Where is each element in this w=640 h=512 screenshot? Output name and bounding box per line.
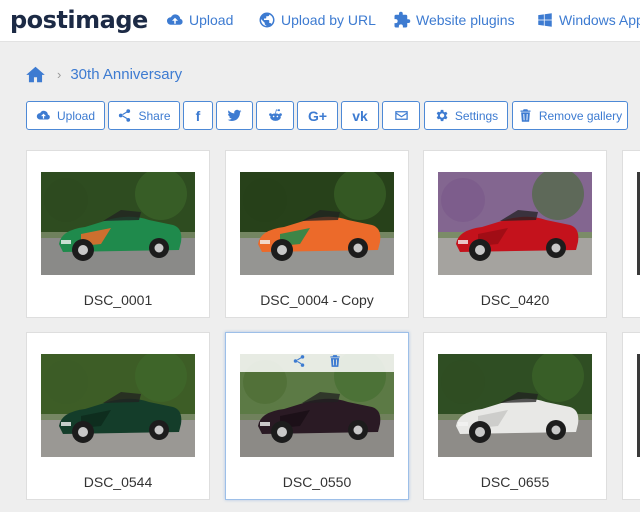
share-icon[interactable] xyxy=(292,354,306,368)
gallery-caption[interactable]: DSC_0655 xyxy=(424,474,606,490)
gallery-caption[interactable]: DSC_0550 xyxy=(226,474,408,490)
windows-icon xyxy=(538,13,552,27)
remove-gallery-button[interactable]: Remove gallery xyxy=(512,101,628,130)
nav-windows-app-label: Windows App xyxy=(559,12,640,28)
google-plus-icon: G+ xyxy=(307,107,328,124)
googleplus-share-button[interactable]: G+ xyxy=(297,101,338,130)
upload-button-label: Upload xyxy=(56,108,96,123)
gallery-card[interactable]: DSC_0550 xyxy=(225,332,409,500)
facebook-icon: f xyxy=(195,107,201,124)
gallery-card-partial[interactable] xyxy=(622,150,640,318)
globe-icon xyxy=(259,12,275,28)
car-photo-image xyxy=(41,354,195,457)
gallery-card-partial[interactable] xyxy=(622,332,640,500)
gallery-thumbnail[interactable] xyxy=(240,172,394,275)
gear-icon xyxy=(436,109,448,122)
share-button[interactable]: Share xyxy=(108,101,180,130)
car-photo-image xyxy=(438,354,592,457)
breadcrumb-current[interactable]: 30th Anniversary xyxy=(70,66,182,83)
home-icon xyxy=(26,66,45,82)
facebook-share-button[interactable]: f xyxy=(183,101,213,130)
share-icon xyxy=(119,109,131,122)
gallery-thumbnail[interactable] xyxy=(41,354,195,457)
gallery-caption[interactable]: DSC_0544 xyxy=(27,474,209,490)
gallery-card[interactable]: DSC_0420 xyxy=(423,150,607,318)
remove-gallery-button-label: Remove gallery xyxy=(538,108,623,123)
car-photo-image xyxy=(41,172,195,275)
gallery-thumbnail[interactable] xyxy=(438,354,592,457)
nav-upload-by-url[interactable]: Upload by URL xyxy=(258,10,376,30)
nav-upload[interactable]: Upload xyxy=(166,10,233,30)
top-navbar: postimage Upload Upload by URL Website p… xyxy=(0,0,640,42)
chevron-right-icon: › xyxy=(57,66,62,82)
share-button-label: Share xyxy=(138,108,171,123)
twitter-icon xyxy=(227,109,242,121)
trash-icon xyxy=(520,109,531,122)
gallery-thumbnail[interactable] xyxy=(41,172,195,275)
car-photo-image xyxy=(240,172,394,275)
nav-upload-by-url-label: Upload by URL xyxy=(281,12,376,28)
gallery-card[interactable]: DSC_0544 xyxy=(26,332,210,500)
cloud-upload-icon xyxy=(36,110,50,120)
gallery-caption[interactable]: DSC_0420 xyxy=(424,292,606,308)
vk-share-button[interactable]: vk xyxy=(341,101,379,130)
nav-website-plugins-label: Website plugins xyxy=(416,12,515,28)
reddit-share-button[interactable] xyxy=(256,101,294,130)
thumbnail-actions xyxy=(240,350,394,372)
breadcrumb: › 30th Anniversary xyxy=(26,62,182,86)
trash-icon[interactable] xyxy=(328,354,342,368)
gallery-card[interactable]: DSC_0001 xyxy=(26,150,210,318)
upload-button[interactable]: Upload xyxy=(26,101,105,130)
settings-button[interactable]: Settings xyxy=(424,101,508,130)
nav-website-plugins[interactable]: Website plugins xyxy=(393,10,515,30)
gallery-card[interactable]: DSC_0004 - Copy xyxy=(225,150,409,318)
car-photo-image xyxy=(438,172,592,275)
gallery-card[interactable]: DSC_0655 xyxy=(423,332,607,500)
settings-button-label: Settings xyxy=(454,108,499,123)
envelope-icon xyxy=(394,111,408,120)
cloud-upload-icon xyxy=(166,14,183,25)
breadcrumb-home[interactable] xyxy=(26,66,45,83)
vk-icon: vk xyxy=(352,107,368,124)
puzzle-icon xyxy=(394,11,411,28)
nav-upload-label: Upload xyxy=(189,12,234,28)
postimage-logo[interactable]: postimage xyxy=(10,6,148,34)
gallery-caption[interactable]: DSC_0001 xyxy=(27,292,209,308)
reddit-icon xyxy=(268,109,282,121)
email-share-button[interactable] xyxy=(382,101,420,130)
gallery-thumbnail[interactable] xyxy=(438,172,592,275)
twitter-share-button[interactable] xyxy=(216,101,253,130)
gallery-caption[interactable]: DSC_0004 - Copy xyxy=(226,292,408,308)
nav-windows-app[interactable]: Windows App xyxy=(536,10,640,30)
